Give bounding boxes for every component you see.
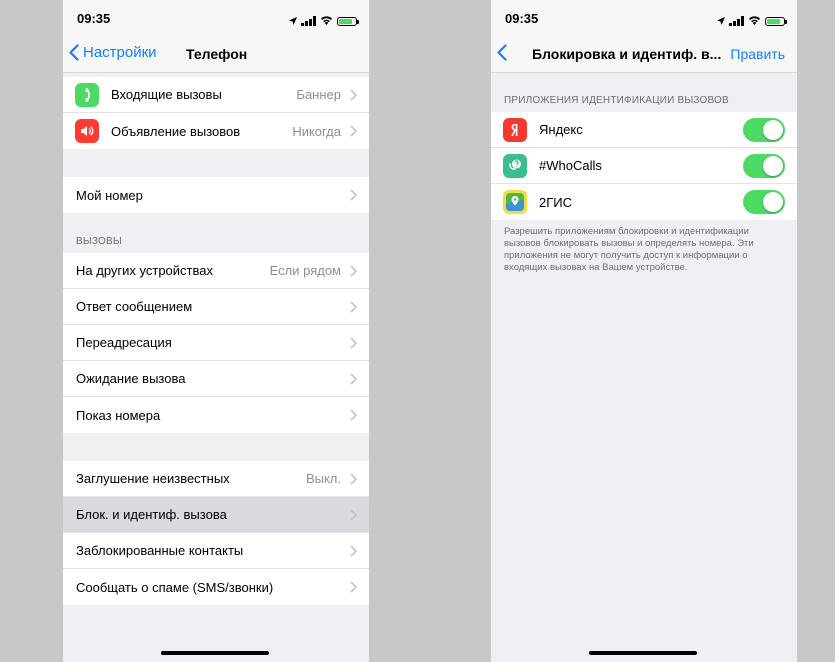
section-header-apps: ПРИЛОЖЕНИЯ ИДЕНТИФИКАЦИИ ВЫЗОВОВ [504, 95, 729, 106]
chevron-right-icon [350, 473, 357, 485]
yandex-toggle[interactable] [743, 117, 785, 142]
chevron-right-icon [350, 373, 357, 385]
yandex-icon [503, 117, 527, 142]
row-app-whocalls: #WhoCalls [491, 148, 797, 184]
row-silence-unknown[interactable]: Заглушение неизвестных Выкл. [63, 461, 369, 497]
cellular-signal-icon [729, 16, 744, 26]
row-label: Сообщать о спаме (SMS/звонки) [76, 579, 274, 595]
phone-settings-screen: 09:35 Настройки Телефон Входящие вызовы … [63, 0, 369, 662]
chevron-left-icon [69, 44, 79, 61]
row-label: Показ номера [76, 407, 161, 423]
blocking-group: Заглушение неизвестных Выкл. Блок. и иде… [63, 461, 369, 605]
row-show-caller-id[interactable]: Показ номера [63, 397, 369, 433]
identification-apps-group: Яндекс #WhoCalls 2ГИС [491, 112, 797, 220]
back-button[interactable] [497, 44, 511, 61]
cellular-signal-icon [301, 16, 316, 26]
row-label: Ответ сообщением [76, 299, 193, 314]
row-label: #WhoCalls [539, 158, 602, 173]
status-bar: 09:35 [491, 0, 797, 36]
location-icon [717, 12, 725, 30]
chevron-right-icon [350, 581, 357, 593]
row-other-devices[interactable]: На других устройствах Если рядом [63, 253, 369, 289]
row-blocked-contacts[interactable]: Заблокированные контакты [63, 533, 369, 569]
row-value: Никогда [292, 123, 341, 139]
row-app-yandex: Яндекс [491, 112, 797, 148]
2gis-icon [503, 190, 527, 214]
row-value: Баннер [296, 87, 341, 102]
row-label: Яндекс [539, 122, 583, 137]
battery-icon [765, 16, 787, 26]
row-app-2gis: 2ГИС [491, 184, 797, 220]
chevron-right-icon [350, 409, 357, 421]
row-label: Ожидание вызова [76, 371, 186, 386]
back-button-label: Настройки [83, 44, 157, 61]
chevron-right-icon [350, 301, 357, 313]
chevron-right-icon [350, 189, 357, 201]
page-title: Телефон [186, 46, 248, 62]
2gis-toggle[interactable] [743, 190, 785, 214]
row-report-spam[interactable]: Сообщать о спаме (SMS/звонки) [63, 569, 369, 605]
row-label: Заглушение неизвестных [76, 471, 230, 486]
chevron-left-icon [497, 44, 507, 61]
status-icons [289, 12, 359, 30]
whocalls-icon [503, 153, 527, 178]
chevron-right-icon [350, 265, 357, 277]
chevron-right-icon [350, 545, 357, 557]
battery-icon [337, 16, 359, 26]
whocalls-toggle[interactable] [743, 153, 785, 178]
edit-button[interactable]: Править [730, 46, 785, 62]
row-value: Если рядом [269, 263, 341, 278]
status-time: 09:35 [505, 11, 539, 26]
back-button[interactable]: Настройки [69, 44, 157, 61]
row-reply-with-message[interactable]: Ответ сообщением [63, 289, 369, 325]
phone-icon [75, 82, 99, 107]
my-number-group: Мой номер [63, 177, 369, 213]
row-announce-calls[interactable]: Объявление вызовов Никогда [63, 113, 369, 149]
row-call-blocking-identification[interactable]: Блок. и идентиф. вызова [63, 497, 369, 533]
row-label: Объявление вызовов [111, 123, 241, 139]
page-title: Блокировка и идентиф. в... [532, 46, 722, 62]
row-call-forwarding[interactable]: Переадресация [63, 325, 369, 361]
calls-group: На других устройствах Если рядом Ответ с… [63, 253, 369, 433]
row-call-waiting[interactable]: Ожидание вызова [63, 361, 369, 397]
status-bar: 09:35 [63, 0, 369, 36]
chevron-right-icon [350, 89, 357, 101]
chevron-right-icon [350, 509, 357, 521]
notifications-group: Входящие вызовы Баннер Объявление вызово… [63, 77, 369, 149]
status-time: 09:35 [77, 11, 111, 26]
row-label: Заблокированные контакты [76, 543, 244, 558]
row-label: На других устройствах [76, 263, 213, 278]
wifi-icon [748, 12, 761, 30]
row-label: Мой номер [76, 187, 143, 203]
chevron-right-icon [350, 125, 357, 137]
wifi-icon [320, 12, 333, 30]
call-blocking-screen: 09:35 Блокировка и идентиф. в... Править… [491, 0, 797, 662]
section-header-calls: ВЫЗОВЫ [76, 236, 122, 247]
speaker-icon [75, 119, 99, 143]
home-indicator[interactable] [161, 651, 269, 655]
row-label: Блок. и идентиф. вызова [76, 507, 227, 522]
status-icons [717, 12, 787, 30]
row-my-number[interactable]: Мой номер [63, 177, 369, 213]
row-incoming-calls[interactable]: Входящие вызовы Баннер [63, 77, 369, 113]
navigation-bar: Блокировка и идентиф. в... Править [491, 36, 797, 73]
footer-note: Разрешить приложениям блокировки и идент… [504, 226, 754, 273]
chevron-right-icon [350, 337, 357, 349]
location-icon [289, 12, 297, 30]
row-value: Выкл. [305, 471, 341, 486]
home-indicator[interactable] [589, 651, 697, 655]
navigation-bar: Настройки Телефон [63, 36, 369, 73]
row-label: 2ГИС [539, 194, 573, 210]
row-label: Входящие вызовы [111, 87, 222, 102]
row-label: Переадресация [76, 335, 172, 350]
